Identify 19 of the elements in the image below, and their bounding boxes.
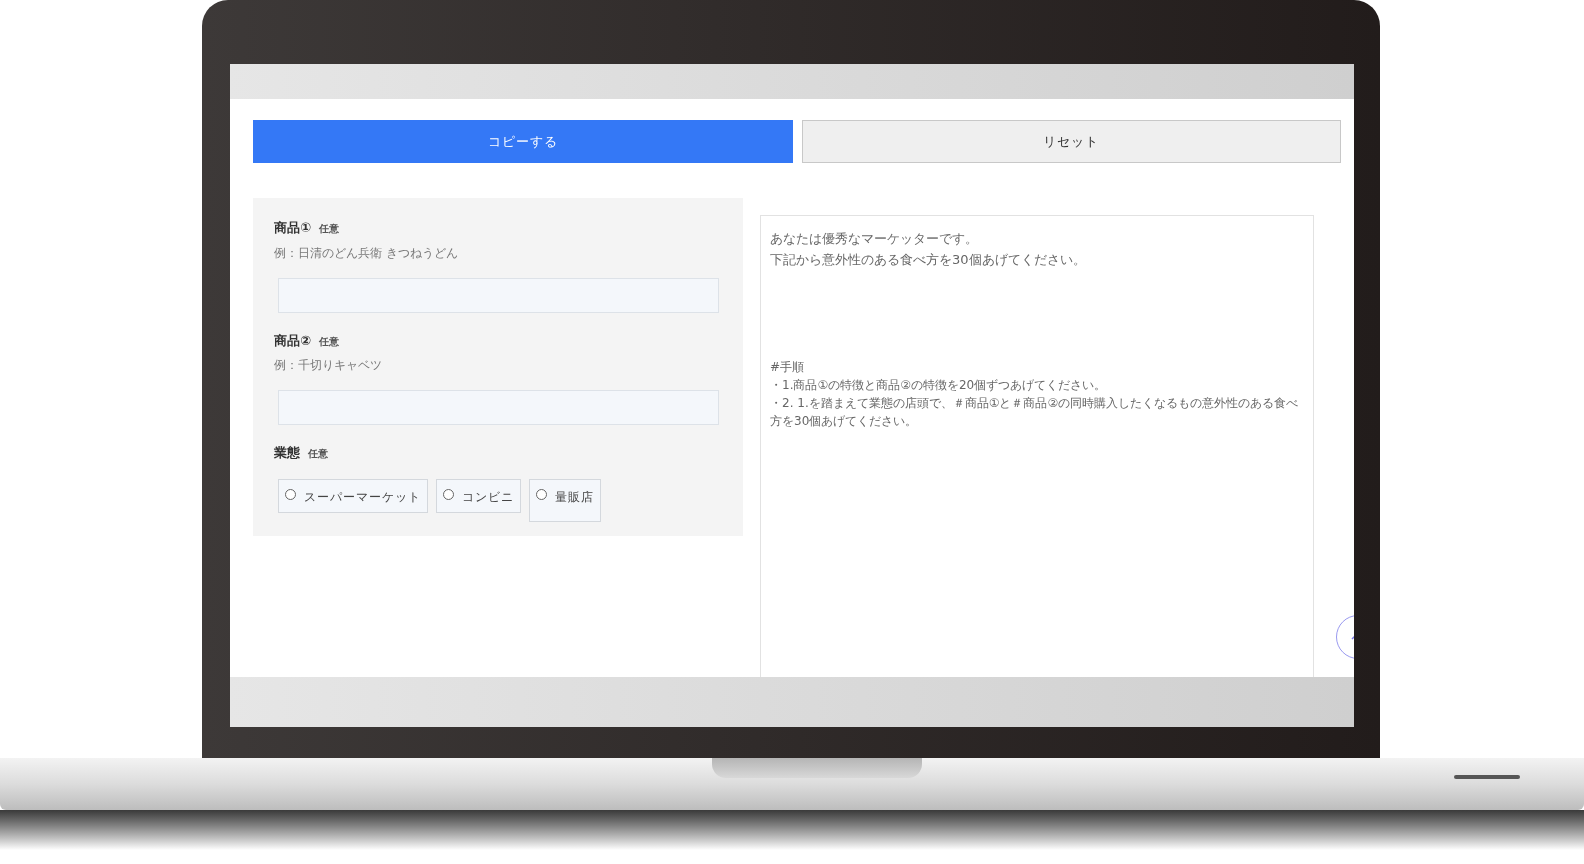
optional-tag: 任意 xyxy=(319,333,339,349)
field-label: 業態 xyxy=(274,444,300,462)
copy-button[interactable]: コピーする xyxy=(253,120,793,163)
laptop-vent-slot xyxy=(1454,775,1520,779)
prompt-text: ・2. 1.を踏まえて業態の店頭で、＃商品①と＃商品②の同時購入したくなるもの意外性のある食べ方を30個あげてください。 xyxy=(770,395,1300,430)
example-hint: 例：千切りキャベツ xyxy=(274,357,383,374)
field-label: 商品① xyxy=(274,219,311,237)
example-hint: 例：日清のどん兵衛 きつねうどん xyxy=(274,244,459,262)
prompt-text: あなたは優秀なマーケッターです。 xyxy=(770,230,979,248)
prompt-text: ・1.商品①の特徴と商品②の特徴を20個ずつあげてください。 xyxy=(770,377,1108,394)
radio-option[interactable]: コンビニ xyxy=(436,478,521,513)
radio-option[interactable]: 量販店 xyxy=(529,478,601,522)
prompt-text: #手順 xyxy=(770,359,806,376)
optional-tag: 任意 xyxy=(308,446,328,461)
optional-tag: 任意 xyxy=(319,221,339,236)
reset-button[interactable]: リセット xyxy=(801,120,1341,163)
field-label: 商品② xyxy=(274,331,311,350)
radio-option[interactable]: スーパーマーケット xyxy=(278,478,428,513)
prompt-text: 下記から意外性のある食べ方を30個あげてください。 xyxy=(770,251,1087,269)
